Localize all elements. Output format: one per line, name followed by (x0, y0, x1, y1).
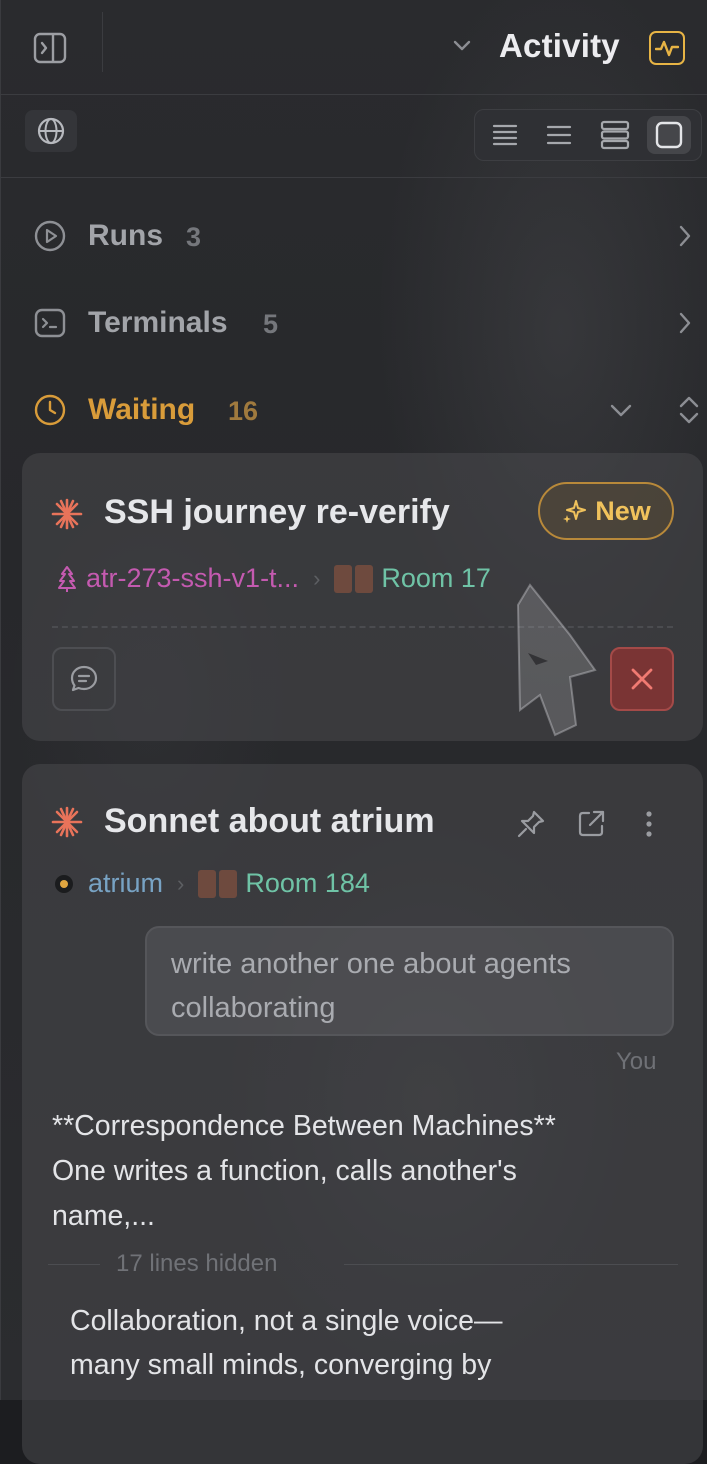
reply-line: many small minds, converging by (70, 1349, 492, 1381)
header-divider (102, 12, 103, 72)
toggle-sidebar-button[interactable] (30, 28, 70, 68)
divider-line (48, 1264, 100, 1265)
breadcrumb-separator: › (313, 565, 321, 591)
pin-icon (517, 810, 545, 838)
section-label: Runs (88, 219, 163, 252)
view-toolbar (0, 95, 707, 178)
reply-line: One writes a function, calls another's (52, 1155, 517, 1187)
repo-link[interactable]: atrium (88, 868, 163, 899)
panel-title[interactable]: Activity (499, 27, 620, 65)
panel-header: Activity (0, 0, 707, 95)
section-label: Waiting (88, 393, 196, 426)
chevron-right-icon[interactable] (674, 310, 696, 336)
room-icon (198, 869, 238, 898)
room-link[interactable]: Room 184 (245, 868, 370, 899)
section-runs[interactable]: Runs 3 (0, 205, 707, 265)
external-link-icon (578, 810, 605, 837)
card-view-icon (655, 121, 683, 149)
view-compact-button[interactable] (483, 116, 527, 154)
globe-icon (37, 117, 65, 145)
sidebar-toggle-icon (33, 32, 67, 64)
pin-button[interactable] (514, 807, 548, 841)
sparkle-burst-icon (51, 498, 83, 530)
tree-icon (58, 565, 76, 592)
dismiss-button[interactable] (610, 647, 674, 711)
more-vertical-icon (646, 811, 652, 837)
section-label: Terminals (88, 306, 228, 339)
open-external-button[interactable] (574, 807, 608, 841)
repo-avatar-icon (55, 874, 73, 893)
card-title: SSH journey re-verify (104, 493, 450, 531)
view-list-button[interactable] (537, 116, 581, 154)
compact-lines-icon (492, 124, 518, 146)
assistant-reply: **Correspondence Between Machines** One … (52, 1104, 672, 1239)
divider-line (344, 1264, 678, 1265)
stacked-rows-icon (600, 120, 630, 150)
more-options-button[interactable] (632, 807, 666, 841)
chevron-down-icon[interactable] (450, 34, 474, 58)
reply-line: Collaboration, not a single voice— (70, 1305, 503, 1337)
section-terminals[interactable]: Terminals 5 (0, 292, 707, 352)
chevron-down-icon[interactable] (608, 399, 634, 421)
list-lines-icon (546, 125, 572, 145)
close-icon (631, 668, 653, 690)
section-waiting[interactable]: Waiting 16 (0, 379, 707, 439)
reply-line: **Correspondence Between Machines** (52, 1110, 556, 1142)
chat-bubble-icon (70, 665, 98, 692)
play-circle-icon (34, 220, 66, 252)
message-button[interactable] (52, 647, 116, 711)
card-title: Sonnet about atrium (104, 802, 435, 840)
section-count: 16 (228, 396, 259, 426)
breadcrumb: atrium › Room 184 (52, 868, 370, 899)
branch-link[interactable]: atr-273-ssh-v1-t... (86, 563, 299, 594)
breadcrumb-separator: › (177, 870, 185, 896)
section-count: 5 (263, 309, 279, 339)
section-count: 3 (186, 222, 202, 252)
view-stacked-button[interactable] (593, 116, 637, 154)
view-card-button[interactable] (647, 116, 691, 154)
sparkle-burst-icon (51, 806, 83, 838)
hidden-lines-toggle[interactable]: 17 lines hidden (48, 1250, 678, 1280)
room-icon (334, 564, 374, 593)
clock-icon (34, 394, 66, 426)
terminal-icon (34, 308, 66, 338)
hidden-lines-label: 17 lines hidden (116, 1250, 278, 1277)
message-sender: You (616, 1048, 657, 1075)
mouse-cursor-icon (516, 583, 597, 737)
sparkles-icon (563, 500, 587, 523)
view-mode-switcher (474, 109, 702, 161)
new-badge: New (538, 482, 674, 540)
breadcrumb: atr-273-ssh-v1-t... › Room 17 (56, 563, 491, 594)
user-message-bubble: write another one about agents collabora… (145, 926, 674, 1036)
assistant-reply-continued: Collaboration, not a single voice— many … (70, 1299, 670, 1387)
expand-collapse-icon[interactable] (676, 393, 702, 427)
activity-pulse-icon[interactable] (649, 31, 685, 65)
badge-label: New (595, 495, 651, 526)
chevron-right-icon[interactable] (674, 223, 696, 249)
globe-button[interactable] (25, 110, 77, 152)
reply-line: name,... (52, 1200, 155, 1232)
session-card[interactable]: Sonnet about atrium atrium › Room 184 wr… (22, 764, 703, 1464)
room-link[interactable]: Room 17 (381, 563, 491, 594)
